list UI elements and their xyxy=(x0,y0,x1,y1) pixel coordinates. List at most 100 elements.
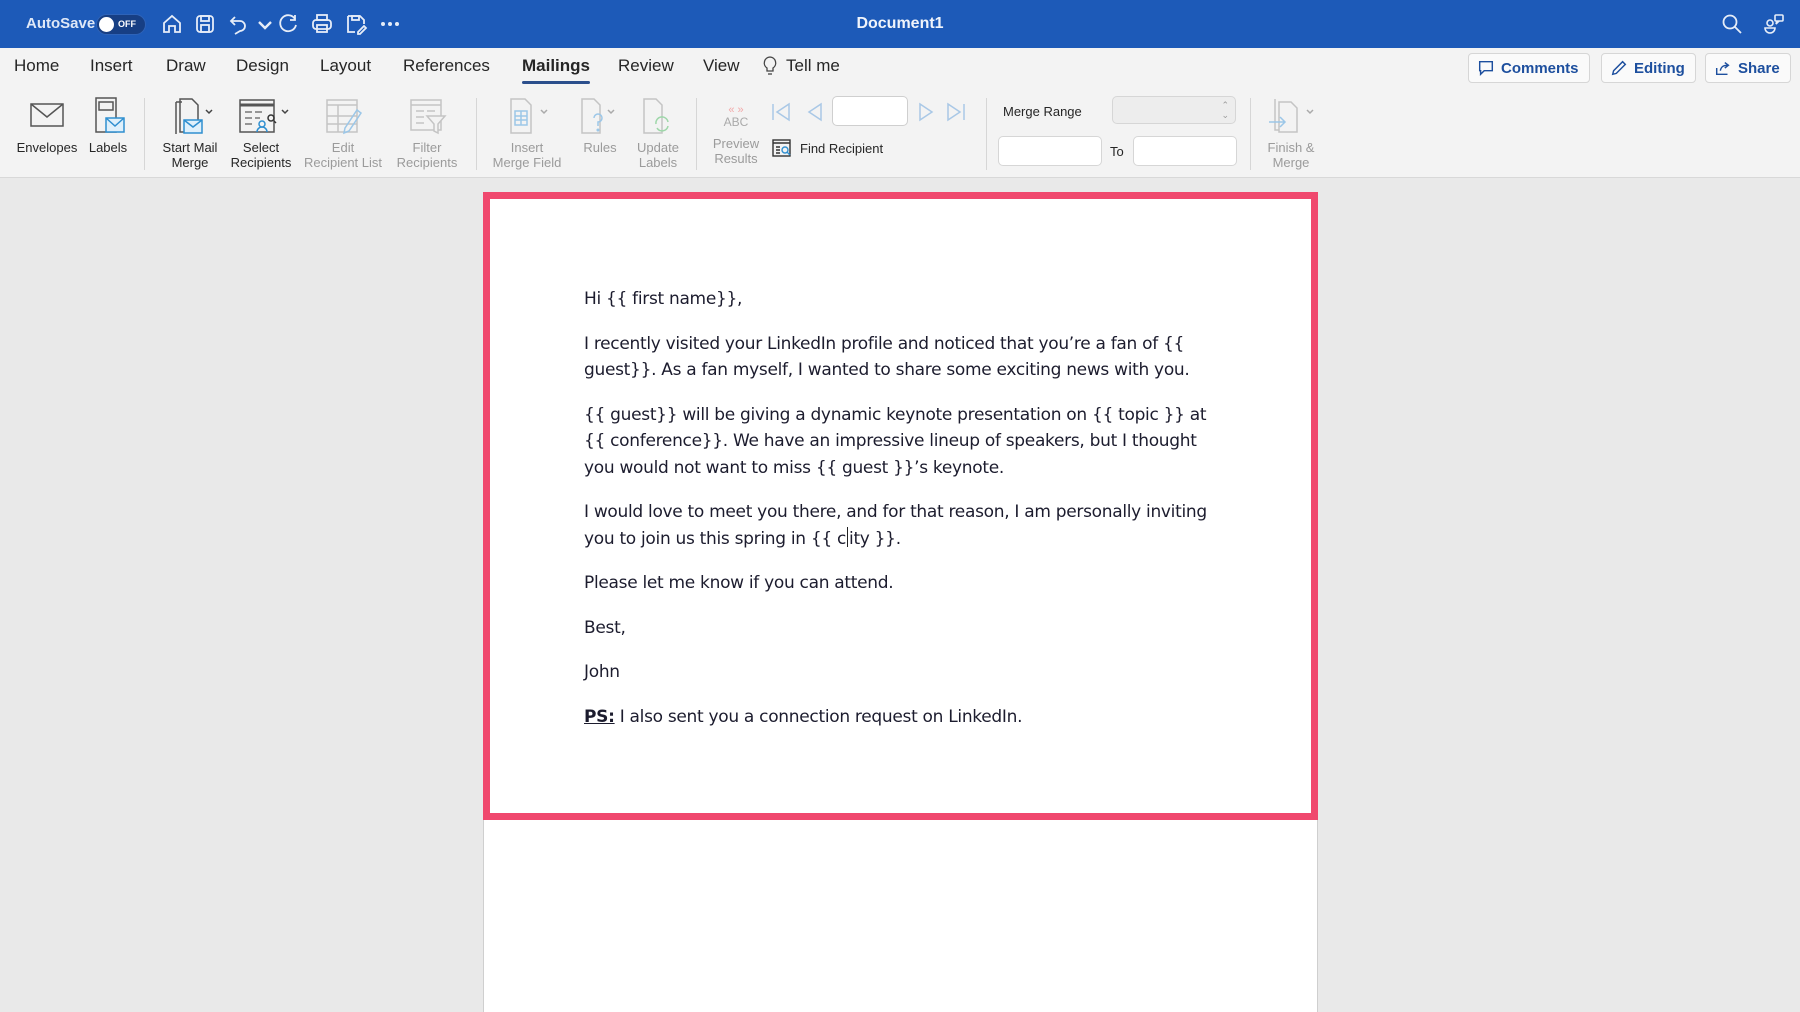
postscript: PS: I also sent you a connection request… xyxy=(584,704,1224,731)
tab-home[interactable]: Home xyxy=(14,56,59,76)
merge-range-to-input[interactable] xyxy=(1133,136,1237,166)
merge-range-select[interactable]: ⌃ ⌄ xyxy=(1112,96,1236,124)
more-icon[interactable] xyxy=(378,12,402,36)
select-recipients-label-2: Recipients xyxy=(230,155,292,170)
start-mail-merge-label-1: Start Mail xyxy=(162,140,218,155)
stepper-icon: ⌃ ⌄ xyxy=(1221,100,1229,120)
signoff: Best, xyxy=(584,617,626,638)
editing-label: Editing xyxy=(1634,59,1685,77)
update-labels-label-2: Labels xyxy=(638,155,678,170)
finish-merge-label-2: Merge xyxy=(1272,155,1310,170)
ribbon-separator xyxy=(144,98,145,170)
undo-icon[interactable] xyxy=(227,12,251,36)
tab-layout[interactable]: Layout xyxy=(320,56,371,76)
pencil-icon xyxy=(1611,60,1627,76)
envelopes-button[interactable]: Envelopes xyxy=(14,96,80,155)
filter-recipients-label-2: Recipients xyxy=(396,155,458,170)
redo-icon[interactable] xyxy=(276,12,300,36)
insert-merge-field-button[interactable]: Insert Merge Field xyxy=(486,96,568,170)
paragraph-3: I would love to meet you there, and for … xyxy=(584,499,1224,552)
undo-dropdown-icon[interactable] xyxy=(253,12,272,36)
insert-merge-field-label-1: Insert xyxy=(510,140,544,155)
edit-recipient-list-button[interactable]: Edit Recipient List xyxy=(298,96,388,170)
mailings-ribbon: Envelopes Labels Start Mail Merge Select… xyxy=(0,92,1800,178)
tell-me-label: Tell me xyxy=(786,56,840,75)
record-number-input[interactable] xyxy=(832,96,908,126)
start-mail-merge-button[interactable]: Start Mail Merge xyxy=(154,96,226,170)
share-icon xyxy=(1715,62,1730,76)
save-icon[interactable] xyxy=(193,12,217,36)
rules-label: Rules xyxy=(583,140,617,155)
tell-me-search[interactable]: Tell me xyxy=(762,56,840,76)
autosave-toggle[interactable]: OFF xyxy=(96,14,146,35)
envelope-icon xyxy=(30,103,64,127)
select-recipients-icon xyxy=(239,99,289,133)
ps-text: I also sent you a connection request on … xyxy=(614,706,1023,727)
edit-recipient-list-icon xyxy=(326,99,363,135)
labels-label: Labels xyxy=(88,140,128,155)
last-record-icon[interactable] xyxy=(945,100,967,124)
merge-range-label: Merge Range xyxy=(1003,104,1082,119)
edit-recipient-list-label-1: Edit xyxy=(331,140,355,155)
paragraph-2: {{ guest}} will be giving a dynamic keyn… xyxy=(584,404,1207,478)
preview-abc-icon: « » ABC xyxy=(723,104,749,129)
home-icon[interactable] xyxy=(160,12,184,36)
save-as-icon[interactable] xyxy=(344,12,368,36)
share-label: Share xyxy=(1738,59,1780,77)
search-icon[interactable] xyxy=(1720,12,1744,36)
merge-range-from-input[interactable] xyxy=(998,136,1102,166)
rules-button[interactable]: Rules xyxy=(572,96,628,155)
document-page[interactable]: Hi {{ first name}}, I recently visited y… xyxy=(483,192,1318,1012)
tab-view[interactable]: View xyxy=(703,56,740,76)
ps-label: PS: xyxy=(584,706,615,727)
document-canvas: Hi {{ first name}}, I recently visited y… xyxy=(0,178,1800,1012)
to-label: To xyxy=(1110,144,1124,159)
title-bar: AutoSave OFF Document1 xyxy=(0,0,1800,48)
comments-button[interactable]: Comments xyxy=(1468,53,1590,83)
next-record-icon[interactable] xyxy=(916,100,938,124)
filter-recipients-button[interactable]: Filter Recipients xyxy=(392,96,462,170)
finish-merge-icon xyxy=(1269,99,1314,133)
tab-insert[interactable]: Insert xyxy=(90,56,133,76)
select-recipients-button[interactable]: Select Recipients xyxy=(226,96,296,170)
editing-button[interactable]: Editing xyxy=(1601,53,1696,83)
print-icon[interactable] xyxy=(310,12,334,36)
share-button[interactable]: Share xyxy=(1705,53,1791,83)
text-cursor xyxy=(847,526,849,547)
find-recipient-button[interactable]: Find Recipient xyxy=(772,138,883,158)
tab-mailings[interactable]: Mailings xyxy=(522,56,591,84)
labels-button[interactable]: Labels xyxy=(84,96,132,155)
tab-draw[interactable]: Draw xyxy=(166,56,206,76)
previous-record-icon[interactable] xyxy=(803,100,825,124)
edit-recipient-list-label-2: Recipient List xyxy=(303,155,383,170)
tab-review[interactable]: Review xyxy=(618,56,674,76)
share-people-icon[interactable] xyxy=(1762,12,1786,36)
insert-merge-field-icon xyxy=(510,98,548,134)
paragraph-4: Please let me know if you can attend. xyxy=(584,573,894,593)
ribbon-separator xyxy=(986,98,987,170)
tab-references[interactable]: References xyxy=(403,56,490,76)
start-mail-merge-icon xyxy=(175,98,213,134)
finish-merge-button[interactable]: Finish & Merge xyxy=(1258,96,1324,170)
paragraph-1: I recently visited your LinkedIn profile… xyxy=(584,333,1190,381)
greeting: Hi {{ first name}}, xyxy=(584,289,743,309)
signature: John xyxy=(584,662,620,682)
first-record-icon[interactable] xyxy=(770,100,792,124)
rules-icon xyxy=(581,98,615,134)
ribbon-separator xyxy=(696,98,697,170)
start-mail-merge-label-2: Merge xyxy=(171,155,209,170)
paragraph-3-text-b: ity }}. xyxy=(849,528,901,549)
tab-design[interactable]: Design xyxy=(236,56,289,76)
toggle-knob xyxy=(99,17,114,32)
preview-results-label-1: Preview xyxy=(712,136,760,151)
autosave-label: AutoSave xyxy=(26,15,96,32)
update-labels-button[interactable]: Update Labels xyxy=(630,96,686,170)
insert-merge-field-label-2: Merge Field xyxy=(492,155,562,170)
preview-results-button[interactable]: « » ABC Preview Results xyxy=(706,96,766,166)
select-recipients-label-1: Select xyxy=(242,140,280,155)
finish-merge-label-1: Finish & xyxy=(1267,140,1315,155)
update-labels-label-1: Update xyxy=(637,140,679,155)
document-body[interactable]: Hi {{ first name}}, I recently visited y… xyxy=(584,286,1224,748)
lightbulb-icon xyxy=(763,56,777,75)
update-labels-icon xyxy=(643,98,669,134)
